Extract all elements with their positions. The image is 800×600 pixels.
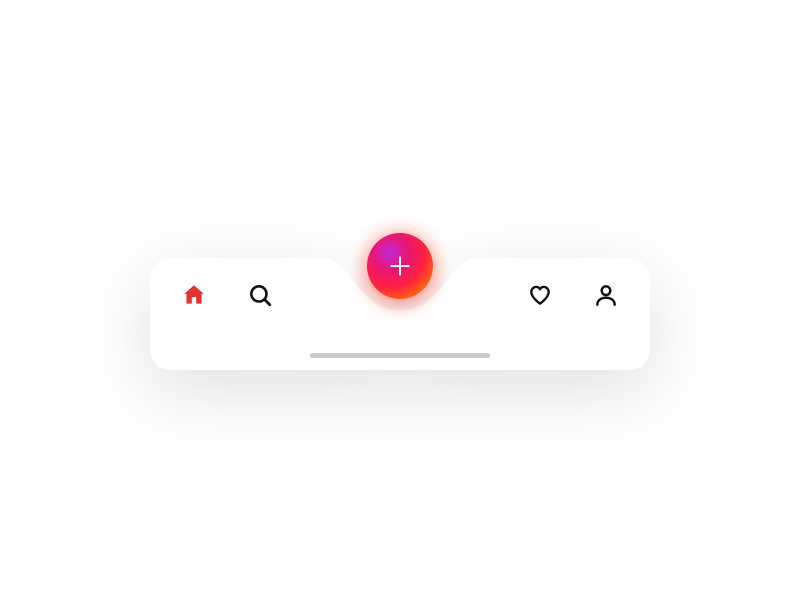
search-icon bbox=[247, 282, 273, 308]
add-button[interactable] bbox=[367, 233, 433, 299]
nav-profile[interactable] bbox=[592, 281, 620, 309]
bottom-nav-preview bbox=[150, 210, 650, 390]
nav-search[interactable] bbox=[246, 281, 274, 309]
plus-icon bbox=[387, 253, 413, 279]
heart-icon bbox=[527, 282, 553, 308]
fab-container bbox=[350, 216, 450, 316]
nav-home[interactable] bbox=[180, 281, 208, 309]
profile-icon bbox=[593, 282, 619, 308]
home-icon bbox=[181, 282, 207, 308]
home-indicator bbox=[310, 353, 490, 358]
nav-likes[interactable] bbox=[526, 281, 554, 309]
